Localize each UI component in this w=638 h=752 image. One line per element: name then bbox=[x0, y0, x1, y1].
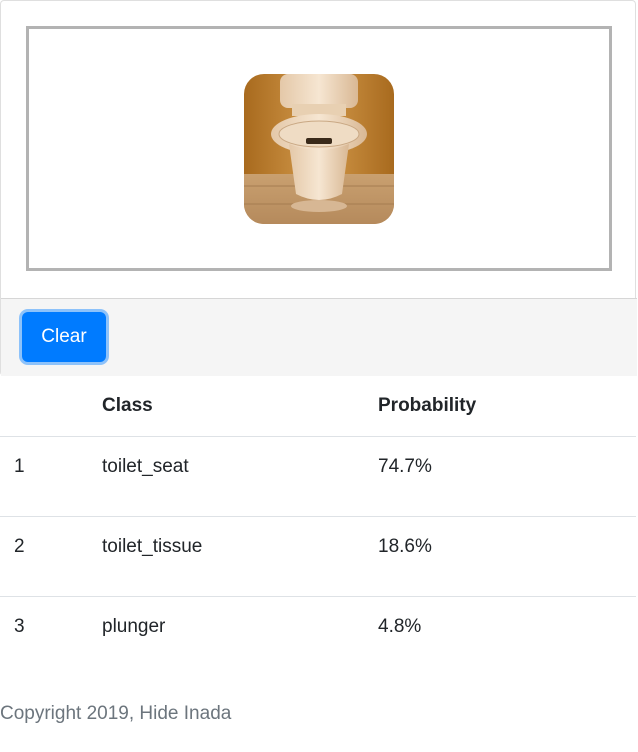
table-row: 2 toilet_tissue 18.6% bbox=[0, 516, 636, 597]
rank-cell: 2 bbox=[0, 516, 102, 597]
image-upload-card: Clear bbox=[0, 0, 637, 376]
class-cell: plunger bbox=[102, 616, 166, 637]
results-table: Class Probability 1 toilet_seat 74.7% 2 … bbox=[0, 376, 636, 677]
rank-cell: 3 bbox=[14, 616, 25, 637]
probability-cell: 18.6% bbox=[378, 516, 636, 597]
column-header-rank bbox=[0, 376, 102, 437]
copyright-text: Copyright 2019, Hide Inada bbox=[0, 703, 232, 724]
table-row: 3 plunger 4.8% bbox=[0, 597, 636, 677]
clear-button[interactable]: Clear bbox=[22, 312, 106, 362]
probability-cell: 4.8% bbox=[378, 616, 422, 637]
table-row: 1 toilet_seat 74.7% bbox=[0, 436, 636, 517]
class-cell: toilet_seat bbox=[102, 436, 378, 517]
class-cell: toilet_tissue bbox=[102, 516, 378, 597]
table-header-row: Class Probability bbox=[0, 376, 636, 437]
probability-cell: 74.7% bbox=[378, 436, 636, 517]
rank-cell: 1 bbox=[0, 436, 102, 517]
uploaded-image-thumbnail bbox=[244, 74, 394, 224]
column-header-class: Class bbox=[102, 376, 378, 437]
card-footer: Clear bbox=[1, 298, 637, 376]
toilet-image bbox=[244, 74, 394, 224]
column-header-probability: Probability bbox=[378, 376, 636, 437]
